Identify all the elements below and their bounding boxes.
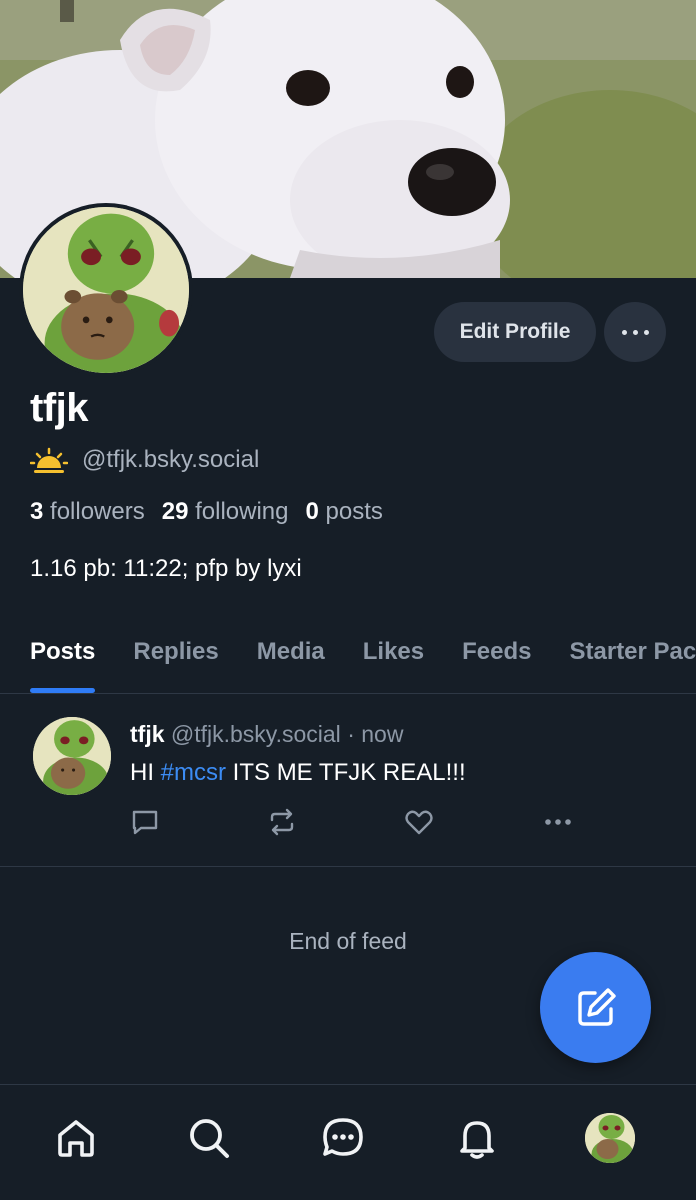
nav-search[interactable] <box>182 1111 236 1165</box>
like-button[interactable] <box>402 805 436 839</box>
edit-profile-button[interactable]: Edit Profile <box>434 302 596 362</box>
post-time: now <box>361 721 404 747</box>
post-separator: · <box>347 721 355 747</box>
search-icon <box>190 1119 229 1158</box>
profile-stats: 3 followers 29 following 0 posts <box>30 498 400 526</box>
compose-button[interactable] <box>540 952 651 1063</box>
profile-avatar-small <box>585 1113 635 1163</box>
reply-icon <box>132 810 158 835</box>
nav-profile[interactable] <box>583 1111 637 1165</box>
display-name: tfjk <box>30 386 89 430</box>
post-actions <box>0 805 696 845</box>
more-icon <box>545 819 571 825</box>
post-author-avatar[interactable] <box>33 717 111 795</box>
profile-avatar[interactable] <box>19 203 193 377</box>
profile-bio: 1.16 pb: 11:22; pfp by lyxi <box>30 555 302 582</box>
profile-more-button[interactable] <box>604 302 666 362</box>
end-of-feed: End of feed <box>289 928 407 954</box>
following-link[interactable]: 29 following <box>162 498 289 526</box>
nav-chat[interactable] <box>316 1111 370 1165</box>
active-tab-indicator <box>30 688 96 693</box>
tab-media[interactable]: Media <box>238 620 344 693</box>
like-icon <box>405 810 433 835</box>
tab-posts[interactable]: Posts <box>0 620 114 693</box>
tab-replies[interactable]: Replies <box>114 620 237 693</box>
handle-row: @tfjk.bsky.social <box>30 443 259 477</box>
hashtag-link[interactable]: #mcsr <box>161 759 226 786</box>
repost-button[interactable] <box>265 805 299 839</box>
post-more-button[interactable] <box>541 805 575 839</box>
ellipsis-icon <box>621 329 627 335</box>
post-author-name[interactable]: tfjk <box>130 721 165 747</box>
post-author-handle[interactable]: @tfjk.bsky.social <box>171 721 341 747</box>
notifications-icon <box>460 1121 494 1159</box>
nav-home[interactable] <box>49 1111 103 1165</box>
feed-post[interactable]: tfjk @tfjk.bsky.social · now HI #mcsr IT… <box>0 695 696 867</box>
profile-tabs: Posts Replies Media Likes Feeds Starter … <box>0 620 696 694</box>
tab-starter-packs[interactable]: Starter Packs <box>551 620 696 693</box>
tab-likes[interactable]: Likes <box>344 620 443 693</box>
nav-notifications[interactable] <box>450 1111 504 1165</box>
post-text: HI #mcsr ITS ME TFJK REAL!!! <box>130 759 466 786</box>
post-meta: tfjk @tfjk.bsky.social · now <box>130 721 403 748</box>
tab-feeds[interactable]: Feeds <box>443 620 550 693</box>
bottom-nav <box>0 1084 696 1200</box>
followers-link[interactable]: 3 followers <box>30 498 145 526</box>
sunrise-icon <box>30 447 68 473</box>
home-icon <box>58 1120 94 1157</box>
posts-count: 0 posts <box>305 498 383 525</box>
compose-icon <box>577 987 616 1026</box>
reply-button[interactable] <box>128 805 162 839</box>
chat-icon <box>323 1118 363 1156</box>
repost-icon <box>270 808 294 836</box>
profile-handle: @tfjk.bsky.social <box>82 446 260 473</box>
